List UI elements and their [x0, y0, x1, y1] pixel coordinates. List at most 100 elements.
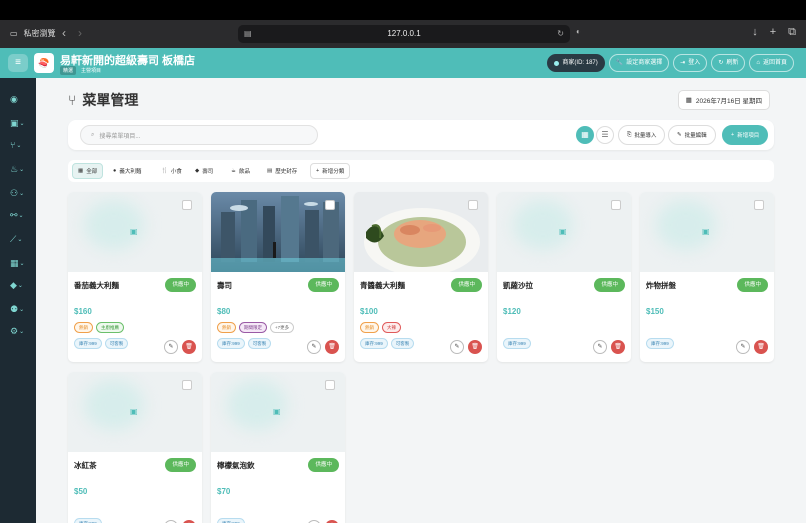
sidebar-toggle-icon[interactable]: ▭ — [10, 29, 18, 38]
sidebar-item-delivery[interactable]: ⚯ ⌄ — [10, 208, 30, 222]
sidebar-item-promotions[interactable]: ◆ ⌄ — [10, 278, 30, 292]
menu-item-name: 青醬義大利麵 — [360, 281, 405, 290]
menu-item-card[interactable]: ▣檸檬氣泡飲供應中$70庫存:999✎🗑 — [211, 372, 345, 523]
edit-icon: ✎ — [311, 344, 317, 350]
grid-icon: ▦ — [581, 130, 589, 139]
page-settings-icon[interactable]: ▤ — [244, 25, 252, 43]
select-checkbox[interactable] — [468, 200, 478, 210]
category-tab-drinks[interactable]: ☕ 飲品 — [226, 163, 255, 179]
edit-button[interactable]: ✎ — [450, 340, 464, 354]
category-tab-pasta[interactable]: ● 義大利麵 — [108, 163, 146, 179]
select-checkbox[interactable] — [754, 200, 764, 210]
menu-toggle-button[interactable]: ≡ — [8, 54, 28, 72]
add-item-button[interactable]: + 新增項目 — [722, 125, 769, 145]
list-view-button[interactable]: ☰ — [596, 126, 614, 144]
status-badge[interactable]: 供應中 — [308, 458, 339, 472]
select-checkbox[interactable] — [325, 200, 335, 210]
merchant-id-button[interactable]: 商家(ID: 187) — [547, 54, 605, 72]
delete-button[interactable]: 🗑 — [611, 340, 625, 354]
refresh-button[interactable]: ↻ 刷新 — [711, 54, 746, 72]
status-badge[interactable]: 供應中 — [737, 278, 768, 292]
edit-icon: ✎ — [740, 344, 746, 350]
menu-item-price: $120 — [503, 307, 521, 316]
home-button[interactable]: ⌂ 返回首頁 — [749, 54, 794, 72]
delete-button[interactable]: 🗑 — [754, 340, 768, 354]
customizable-badge: 可客製 — [390, 338, 415, 349]
menu-item-name: 檸檬氣泡飲 — [217, 461, 255, 470]
forward-icon[interactable]: › — [78, 26, 82, 40]
status-badge[interactable]: 供應中 — [165, 458, 196, 472]
chevron-down-icon: ⌄ — [16, 142, 22, 149]
shield-icon[interactable]: ◐ — [576, 27, 581, 36]
menu-item-card[interactable]: ▣ 炸物拼盤 供應中 $150 庫存:999 ✎ 🗑 — [640, 192, 774, 362]
menu-item-card[interactable]: 青醬義大利麵 供應中 $100 熱銷 大辣 庫存:999 可客製 ✎ 🗑 — [354, 192, 488, 362]
category-tab-sushi[interactable]: ◆ 壽司 — [190, 163, 218, 179]
login-button[interactable]: ⇥ 登入 — [673, 54, 708, 72]
grid-icon: ▦ — [78, 168, 84, 174]
select-checkbox[interactable] — [182, 380, 192, 390]
chevron-down-icon: ⌄ — [19, 328, 25, 335]
search-input[interactable]: ⌕ 搜尋菜單項目... — [80, 125, 318, 145]
trash-icon: 🗑 — [614, 344, 622, 350]
batch-import-button[interactable]: ⎘ 批量導入 — [618, 125, 666, 145]
private-browsing-indicator[interactable]: ▭ 私密瀏覽 — [10, 28, 56, 39]
sidebar-item-menu[interactable]: ⑂ ⌄ — [10, 138, 30, 152]
status-badge[interactable]: 供應中 — [451, 278, 482, 292]
sidebar-item-reports[interactable]: ⟋ ⌄ — [10, 232, 30, 246]
status-badge[interactable]: 供應中 — [594, 278, 625, 292]
edit-button[interactable]: ✎ — [164, 340, 178, 354]
sidebar-item-dashboard[interactable]: ◉ — [10, 92, 30, 106]
reload-icon[interactable]: ↻ — [557, 25, 564, 43]
select-checkbox[interactable] — [325, 380, 335, 390]
sidebar-item-kitchen[interactable]: ♨ ⌄ — [10, 162, 30, 176]
delete-button[interactable]: 🗑 — [468, 340, 482, 354]
chevron-down-icon: ⌄ — [17, 282, 23, 289]
customizable-badge: 可客製 — [247, 338, 272, 349]
address-bar[interactable]: ▤ 127.0.0.1 ↻ — [238, 25, 570, 43]
menu-item-card[interactable]: ▣ 番茄義大利麵 供應中 $160 熱銷 主廚推薦 庫存:999 可客製 ✎ 🗑 — [68, 192, 202, 362]
grid-view-button[interactable]: ▦ — [576, 126, 594, 144]
category-tab-archive[interactable]: ▤ 歷史封存 — [262, 163, 302, 179]
sidebar-item-inventory[interactable]: ▦ ⌄ — [10, 256, 30, 270]
download-icon[interactable]: ↓ — [752, 26, 758, 39]
tag-icon: ◆ — [10, 279, 17, 290]
list-icon: ☰ — [601, 130, 609, 139]
status-dot-icon — [554, 60, 560, 66]
menu-item-card[interactable]: ▣ 凱薩沙拉 供應中 $120 庫存:999 ✎ 🗑 — [497, 192, 631, 362]
status-badge[interactable]: 供應中 — [165, 278, 196, 292]
tabs-overview-icon[interactable]: ⧉ — [788, 26, 796, 39]
sidebar-item-staff[interactable]: ⚉ ⌄ — [10, 302, 30, 316]
delete-button[interactable]: 🗑 — [182, 340, 196, 354]
edit-button[interactable]: ✎ — [307, 340, 321, 354]
edit-button[interactable]: ✎ — [593, 340, 607, 354]
image-icon: ▣ — [130, 227, 138, 236]
edit-icon: ✎ — [454, 344, 460, 350]
add-category-button[interactable]: + 新增分類 — [310, 163, 351, 179]
delete-button[interactable]: 🗑 — [325, 340, 339, 354]
category-tab-snacks[interactable]: 🍴 小食 — [156, 163, 187, 179]
edit-icon: ✎ — [597, 344, 603, 350]
menu-item-price: $150 — [646, 307, 664, 316]
select-checkbox[interactable] — [611, 200, 621, 210]
batch-edit-button[interactable]: ✎ 批量編輯 — [668, 125, 716, 145]
stock-badge: 庫存:999 — [646, 338, 674, 349]
item-tag: 主廚推薦 — [96, 322, 124, 333]
category-tab-all[interactable]: ▦ 全部 — [72, 163, 104, 179]
menu-item-name: 壽司 — [217, 281, 232, 290]
sidebar-item-settings[interactable]: ⚙ ⌄ — [10, 324, 30, 338]
sidebar-item-orders[interactable]: ▣ ⌄ — [10, 116, 30, 130]
chevron-down-icon: ⌄ — [19, 120, 25, 127]
fish-icon: ◆ — [195, 168, 200, 174]
chevron-down-icon: ⌄ — [19, 190, 25, 197]
item-stock: 庫存:999 可客製 — [360, 338, 415, 349]
menu-item-card[interactable]: 壽司 供應中 $80 熱銷 期間限定 +7更多 庫存:999 可客製 ✎ 🗑 — [211, 192, 345, 362]
select-checkbox[interactable] — [182, 200, 192, 210]
edit-button[interactable]: ✎ — [736, 340, 750, 354]
new-tab-icon[interactable]: + — [770, 26, 776, 39]
image-icon: ▣ — [702, 227, 710, 236]
set-merchant-button[interactable]: 🔧 設定商家選擇 — [608, 54, 670, 72]
back-icon[interactable]: ‹ — [62, 26, 66, 40]
sidebar-item-customers[interactable]: ⚇ ⌄ — [10, 186, 30, 200]
status-badge[interactable]: 供應中 — [308, 278, 339, 292]
menu-item-card[interactable]: ▣冰紅茶供應中$50庫存:999✎🗑 — [68, 372, 202, 523]
